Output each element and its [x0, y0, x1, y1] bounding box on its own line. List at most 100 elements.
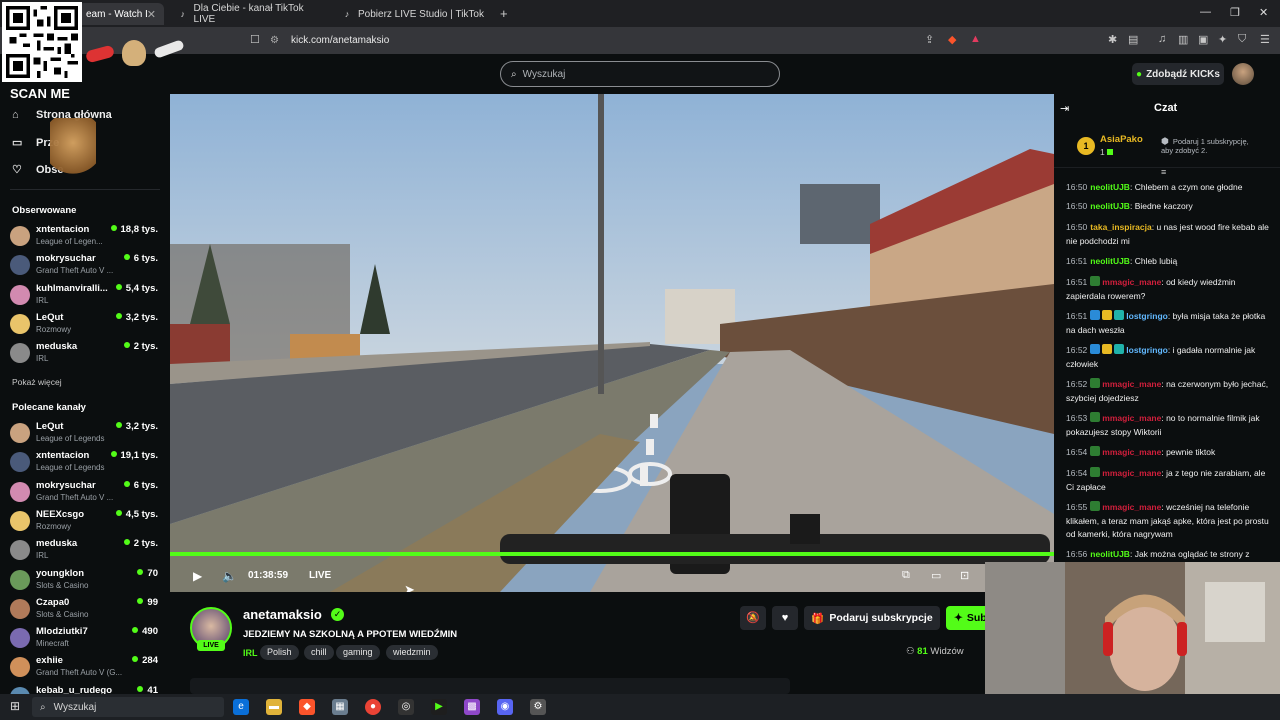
sidebar-icon[interactable]: ▥	[1178, 33, 1188, 46]
brave-rewards-icon[interactable]: ▲	[970, 33, 981, 45]
search-placeholder: Wyszukaj	[522, 68, 566, 80]
windows-start-icon[interactable]: ⊞	[10, 699, 20, 713]
tab-list-icon[interactable]: ▤	[1128, 33, 1138, 46]
chat-time: 16:52	[1066, 345, 1088, 355]
chat-user[interactable]: mmagic_mane	[1102, 413, 1161, 423]
tag-chip[interactable]: gaming	[336, 645, 380, 660]
chat-user[interactable]: mmagic_mane	[1102, 468, 1161, 478]
file-explorer-icon[interactable]: ▬	[266, 699, 282, 715]
tag-chip[interactable]: Polish	[260, 645, 299, 660]
sidebar-channel[interactable]: kuhlmanviralli... IRL 5,4 tys.	[10, 282, 160, 310]
chat-user[interactable]: neolitUJB	[1090, 201, 1130, 211]
chat-user[interactable]: mmagic_mane	[1102, 447, 1161, 457]
sidebar-channel[interactable]: LeQut League of Legends 3,2 tys.	[10, 420, 160, 448]
channel-viewers: 6 tys.	[124, 480, 158, 491]
sidebar-channel[interactable]: xntentacion League of Legen... 18,8 tys.	[10, 223, 160, 251]
minimize-icon[interactable]: —	[1200, 6, 1211, 18]
collapse-chat-icon[interactable]: ⇥	[1060, 102, 1069, 115]
pip-icon[interactable]: ⊡	[960, 569, 969, 582]
channel-viewers: 19,1 tys.	[111, 450, 159, 461]
obs-icon[interactable]: ◎	[398, 699, 414, 715]
gift-prompt[interactable]: ⬢ Podaruj 1 subskrypcję, aby zdobyć 2.	[1161, 136, 1261, 156]
browser-tab-bar: eam - Watch Li ✕ ♪ Dla Ciebie - kanał Ti…	[0, 0, 1280, 27]
sidebar-channel[interactable]: exhiie Grand Theft Auto V (G... 284	[10, 654, 160, 682]
chat-user[interactable]: neolitUJB	[1090, 182, 1130, 192]
extensions-icon[interactable]: ✱	[1108, 33, 1117, 46]
leader-name[interactable]: AsiaPako	[1100, 134, 1143, 145]
chat-user[interactable]: lostgringo	[1126, 345, 1168, 355]
progress-bar[interactable]	[170, 552, 1054, 556]
ai-icon[interactable]: ✦	[1218, 33, 1227, 46]
edge-icon[interactable]: e	[233, 699, 249, 715]
chrome-icon[interactable]: ●	[365, 699, 381, 715]
search-input[interactable]: ⌕ Wyszukaj	[500, 61, 780, 87]
og-badge-icon	[1114, 310, 1125, 320]
channel-viewers: 99	[137, 597, 158, 608]
crown-badge-icon	[1102, 310, 1113, 320]
gift-icon: ⬢	[1161, 136, 1169, 146]
tag-chip[interactable]: wiedzmin	[386, 645, 438, 660]
theater-mode-icon[interactable]: ▭	[931, 569, 941, 582]
bookmark-icon[interactable]: ☐	[250, 33, 260, 46]
chat-time: 16:51	[1066, 311, 1088, 321]
sidebar-channel[interactable]: NEEXcsgo Rozmowy 4,5 tys.	[10, 508, 160, 536]
settings-icon[interactable]: ⚙	[530, 699, 546, 715]
close-window-icon[interactable]: ✕	[1259, 6, 1268, 19]
taskbar-search[interactable]: ⌕ Wyszukaj	[32, 697, 224, 717]
sidebar-channel[interactable]: Mlodziutki7 Minecraft 490	[10, 625, 160, 653]
gift-icon: 🎁	[811, 612, 825, 625]
notifications-button[interactable]: 🔕	[740, 606, 766, 630]
chat-user[interactable]: mmagic_mane	[1102, 277, 1161, 287]
chat-user[interactable]: lostgringo	[1126, 311, 1168, 321]
sidebar-channel[interactable]: LeQut Rozmowy 3,2 tys.	[10, 311, 160, 339]
show-more-link[interactable]: Pokaż więcej	[12, 377, 62, 387]
brave-shield-icon[interactable]: ◆	[948, 33, 956, 46]
live-indicator[interactable]: LIVE	[309, 570, 331, 581]
chat-text: Chleb lubią	[1134, 256, 1178, 266]
category-link[interactable]: IRL	[243, 648, 258, 658]
get-kicks-button[interactable]: ● Zdobądź KICKs	[1132, 63, 1224, 85]
chat-user[interactable]: neolitUJB	[1090, 256, 1130, 266]
app-icon[interactable]: ▦	[332, 699, 348, 715]
play-icon[interactable]: ▶	[193, 569, 202, 583]
chat-user[interactable]: neolitUJB	[1090, 549, 1130, 559]
tab-tiktok-live[interactable]: ♪ Dla Ciebie - kanał TikTok LIVE	[170, 3, 330, 25]
volume-icon[interactable]: 🔈	[222, 569, 237, 583]
video-player[interactable]	[170, 94, 1054, 592]
music-icon[interactable]: ♫	[1158, 33, 1166, 45]
channel-name[interactable]: anetamaksio	[243, 607, 322, 622]
new-tab-icon[interactable]: +	[500, 6, 508, 21]
tag-chip[interactable]: chill	[304, 645, 334, 660]
menu-icon[interactable]: ☰	[1260, 33, 1270, 46]
sidebar-channel[interactable]: meduska IRL 2 tys.	[10, 537, 160, 565]
site-settings-icon[interactable]: ⚙	[270, 35, 279, 46]
url-field[interactable]: ⚙ kick.com/anetamaksio	[270, 31, 990, 50]
tab-kick[interactable]: eam - Watch Li ✕	[78, 3, 164, 25]
app-icon-2[interactable]: ▩	[464, 699, 480, 715]
wallet-icon[interactable]: ▣	[1198, 33, 1208, 46]
sidebar-channel[interactable]: mokrysuchar Grand Theft Auto V ... 6 tys.	[10, 252, 160, 280]
clip-icon[interactable]: ⧉	[902, 569, 910, 582]
discord-icon[interactable]: ◉	[497, 699, 513, 715]
user-avatar[interactable]	[1232, 63, 1254, 85]
vpn-icon[interactable]: ⛉	[1238, 33, 1246, 46]
brave-icon[interactable]: ◆	[299, 699, 315, 715]
chat-user[interactable]: taka_inspiracja	[1090, 222, 1151, 232]
share-icon[interactable]: ⇪	[925, 33, 934, 46]
chat-user[interactable]: mmagic_mane	[1102, 502, 1161, 512]
chat-time: 16:54	[1066, 447, 1088, 457]
kick-app-icon[interactable]: ▶	[431, 699, 447, 715]
sidebar-channel[interactable]: Czapa0 Slots & Casino 99	[10, 596, 160, 624]
close-icon[interactable]: ✕	[147, 8, 156, 21]
chat-user[interactable]: mmagic_mane	[1102, 379, 1161, 389]
expand-icon[interactable]: ≡	[1161, 167, 1166, 177]
sidebar-channel[interactable]: xntentacion League of Legends 19,1 tys.	[10, 449, 160, 477]
sidebar-channel[interactable]: mokrysuchar Grand Theft Auto V ... 6 tys.	[10, 479, 160, 507]
sidebar-channel[interactable]: youngklon Slots & Casino 70	[10, 567, 160, 595]
restore-icon[interactable]: ❐	[1230, 6, 1240, 19]
tab-tiktok-studio[interactable]: ♪ Pobierz LIVE Studio | TikTok	[334, 3, 494, 25]
gift-subs-button[interactable]: 🎁 Podaruj subskrypcje	[804, 606, 940, 630]
channel-avatar	[10, 255, 30, 276]
follow-button[interactable]: ♥	[772, 606, 798, 630]
sidebar-channel[interactable]: meduska IRL 2 tys.	[10, 340, 160, 368]
